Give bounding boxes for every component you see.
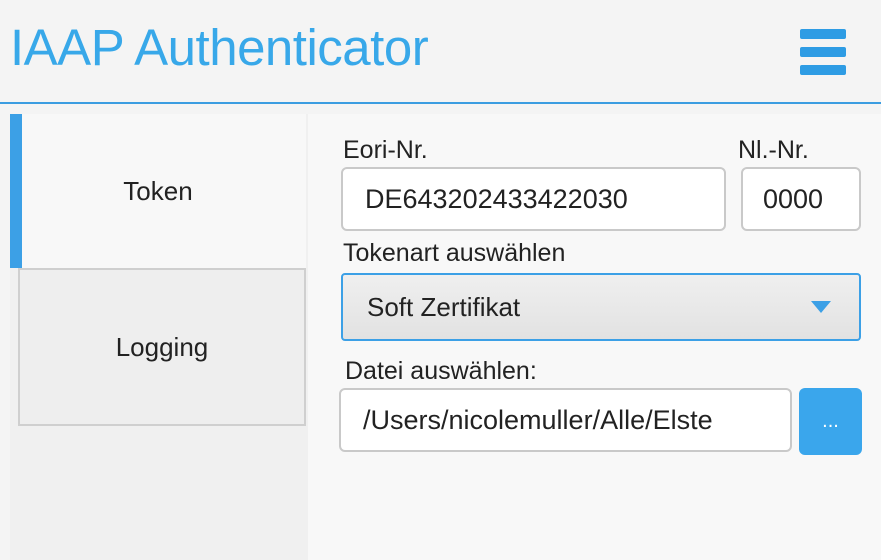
browse-file-button[interactable]: ... (799, 388, 862, 455)
sidebar: Token Logging (10, 114, 308, 560)
token-panel: Eori-Nr. Nl.-Nr. DE643202433422030 0000 … (308, 114, 881, 560)
chevron-down-icon (811, 301, 831, 313)
eori-label: Eori-Nr. (343, 136, 428, 164)
active-tab-indicator (10, 114, 22, 268)
menu-bar-middle (800, 47, 846, 57)
tokenart-label: Tokenart auswählen (343, 239, 566, 267)
datei-path-value: /Users/nicolemuller/Alle/Elste (363, 404, 713, 435)
tokenart-value: Soft Zertifikat (367, 291, 521, 322)
app-title: IAAP Authenticator (10, 19, 429, 76)
eori-field[interactable]: DE643202433422030 (341, 167, 726, 231)
tab-logging[interactable]: Logging (18, 268, 306, 426)
nl-value: 0000 (763, 183, 824, 214)
datei-label: Datei auswählen: (345, 357, 537, 385)
tab-logging-label: Logging (115, 331, 209, 362)
nl-field[interactable]: 0000 (741, 167, 861, 231)
tokenart-select[interactable]: Soft Zertifikat (341, 273, 861, 341)
nl-label: Nl.-Nr. (738, 136, 809, 164)
tab-token[interactable]: Token (10, 114, 306, 268)
menu-bar-top (800, 29, 846, 39)
header: IAAP Authenticator (0, 0, 881, 104)
datei-path-field[interactable]: /Users/nicolemuller/Alle/Elste (339, 388, 792, 452)
hamburger-menu-icon[interactable] (798, 27, 848, 77)
eori-value: DE643202433422030 (365, 183, 628, 214)
menu-bar-bottom (800, 65, 846, 75)
app-window: IAAP Authenticator Token Logging Eori-Nr… (0, 0, 881, 560)
tab-token-label: Token (123, 175, 193, 206)
